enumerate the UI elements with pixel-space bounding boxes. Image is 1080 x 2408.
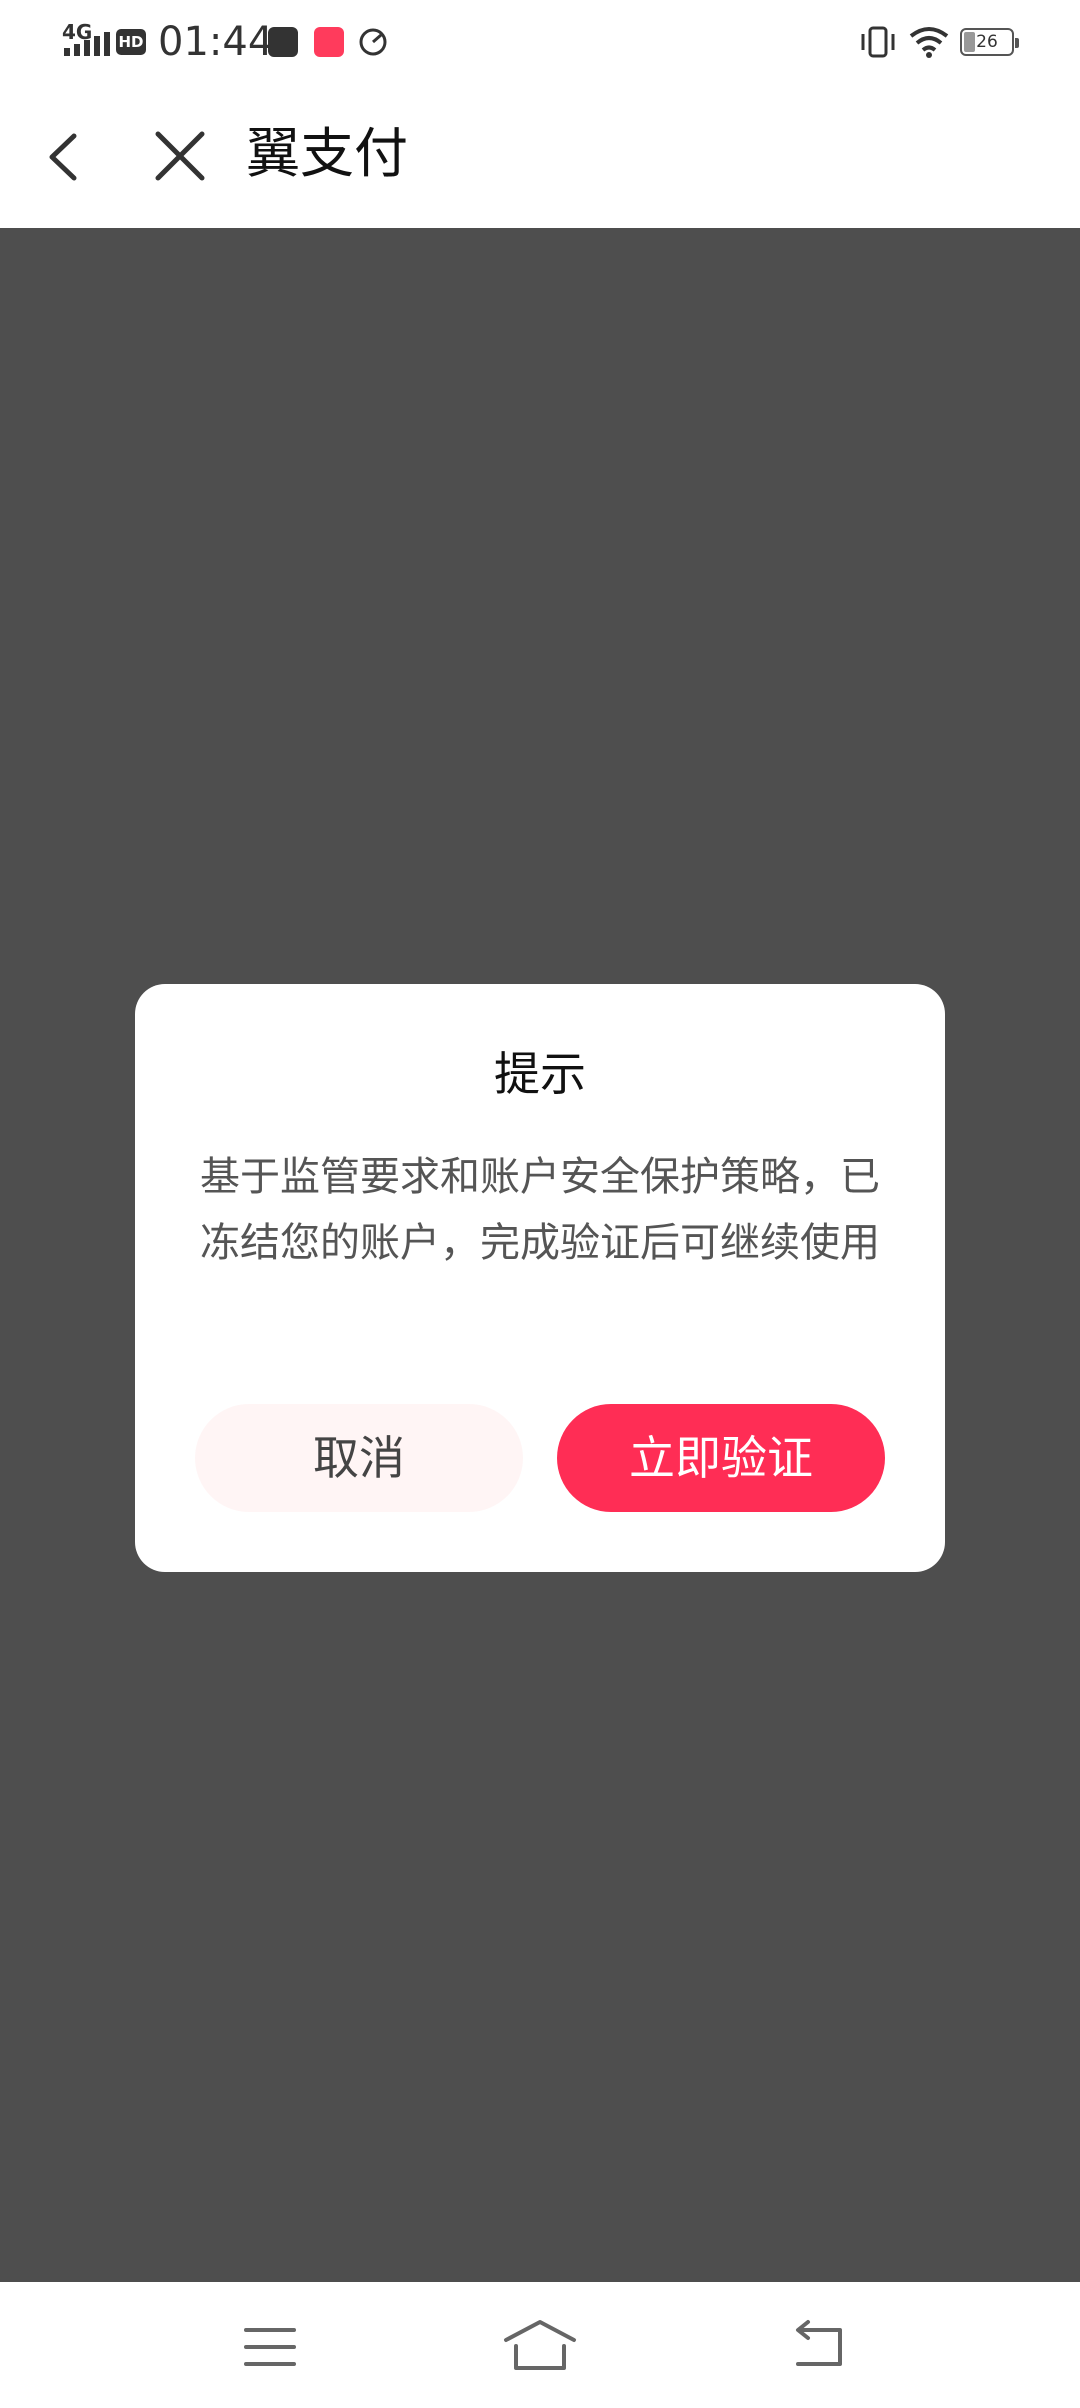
return-icon[interactable] xyxy=(788,2318,850,2374)
status-bar: 4G HD 01:44 26 xyxy=(0,0,1080,84)
home-icon[interactable] xyxy=(500,2316,580,2374)
shopping-bag-icon xyxy=(268,27,298,57)
alert-dialog: 提示 基于监管要求和账户安全保护策略，已冻结您的账户，完成验证后可继续使用 取消… xyxy=(135,984,945,1572)
system-navigation-bar xyxy=(0,2282,1080,2408)
hd-badge: HD xyxy=(116,29,146,55)
wifi-icon xyxy=(909,27,949,58)
cancel-button[interactable]: 取消 xyxy=(195,1404,523,1512)
close-icon[interactable] xyxy=(150,126,210,186)
screen: 4G HD 01:44 26 翼支付 提示 基于监管要求和账户安全保护策略，已冻… xyxy=(0,0,1080,2408)
speedometer-icon xyxy=(359,28,387,56)
battery-icon: 26 xyxy=(960,28,1019,56)
menu-icon[interactable] xyxy=(240,2322,300,2372)
navigation-bar: 翼支付 xyxy=(0,84,1080,228)
vibrate-icon xyxy=(861,26,895,58)
page-title: 翼支付 xyxy=(246,122,408,185)
dialog-message: 基于监管要求和账户安全保护策略，已冻结您的账户，完成验证后可继续使用 xyxy=(200,1154,880,1266)
modal-overlay: 提示 基于监管要求和账户安全保护策略，已冻结您的账户，完成验证后可继续使用 取消… xyxy=(0,228,1080,2282)
app-notification-icon xyxy=(314,27,344,57)
dialog-title: 提示 xyxy=(494,1047,586,1101)
status-time: 01:44 xyxy=(158,19,274,65)
signal-icon xyxy=(64,32,110,56)
battery-level: 26 xyxy=(976,32,998,52)
chevron-left-icon[interactable] xyxy=(40,124,90,190)
verify-now-button[interactable]: 立即验证 xyxy=(557,1404,885,1512)
